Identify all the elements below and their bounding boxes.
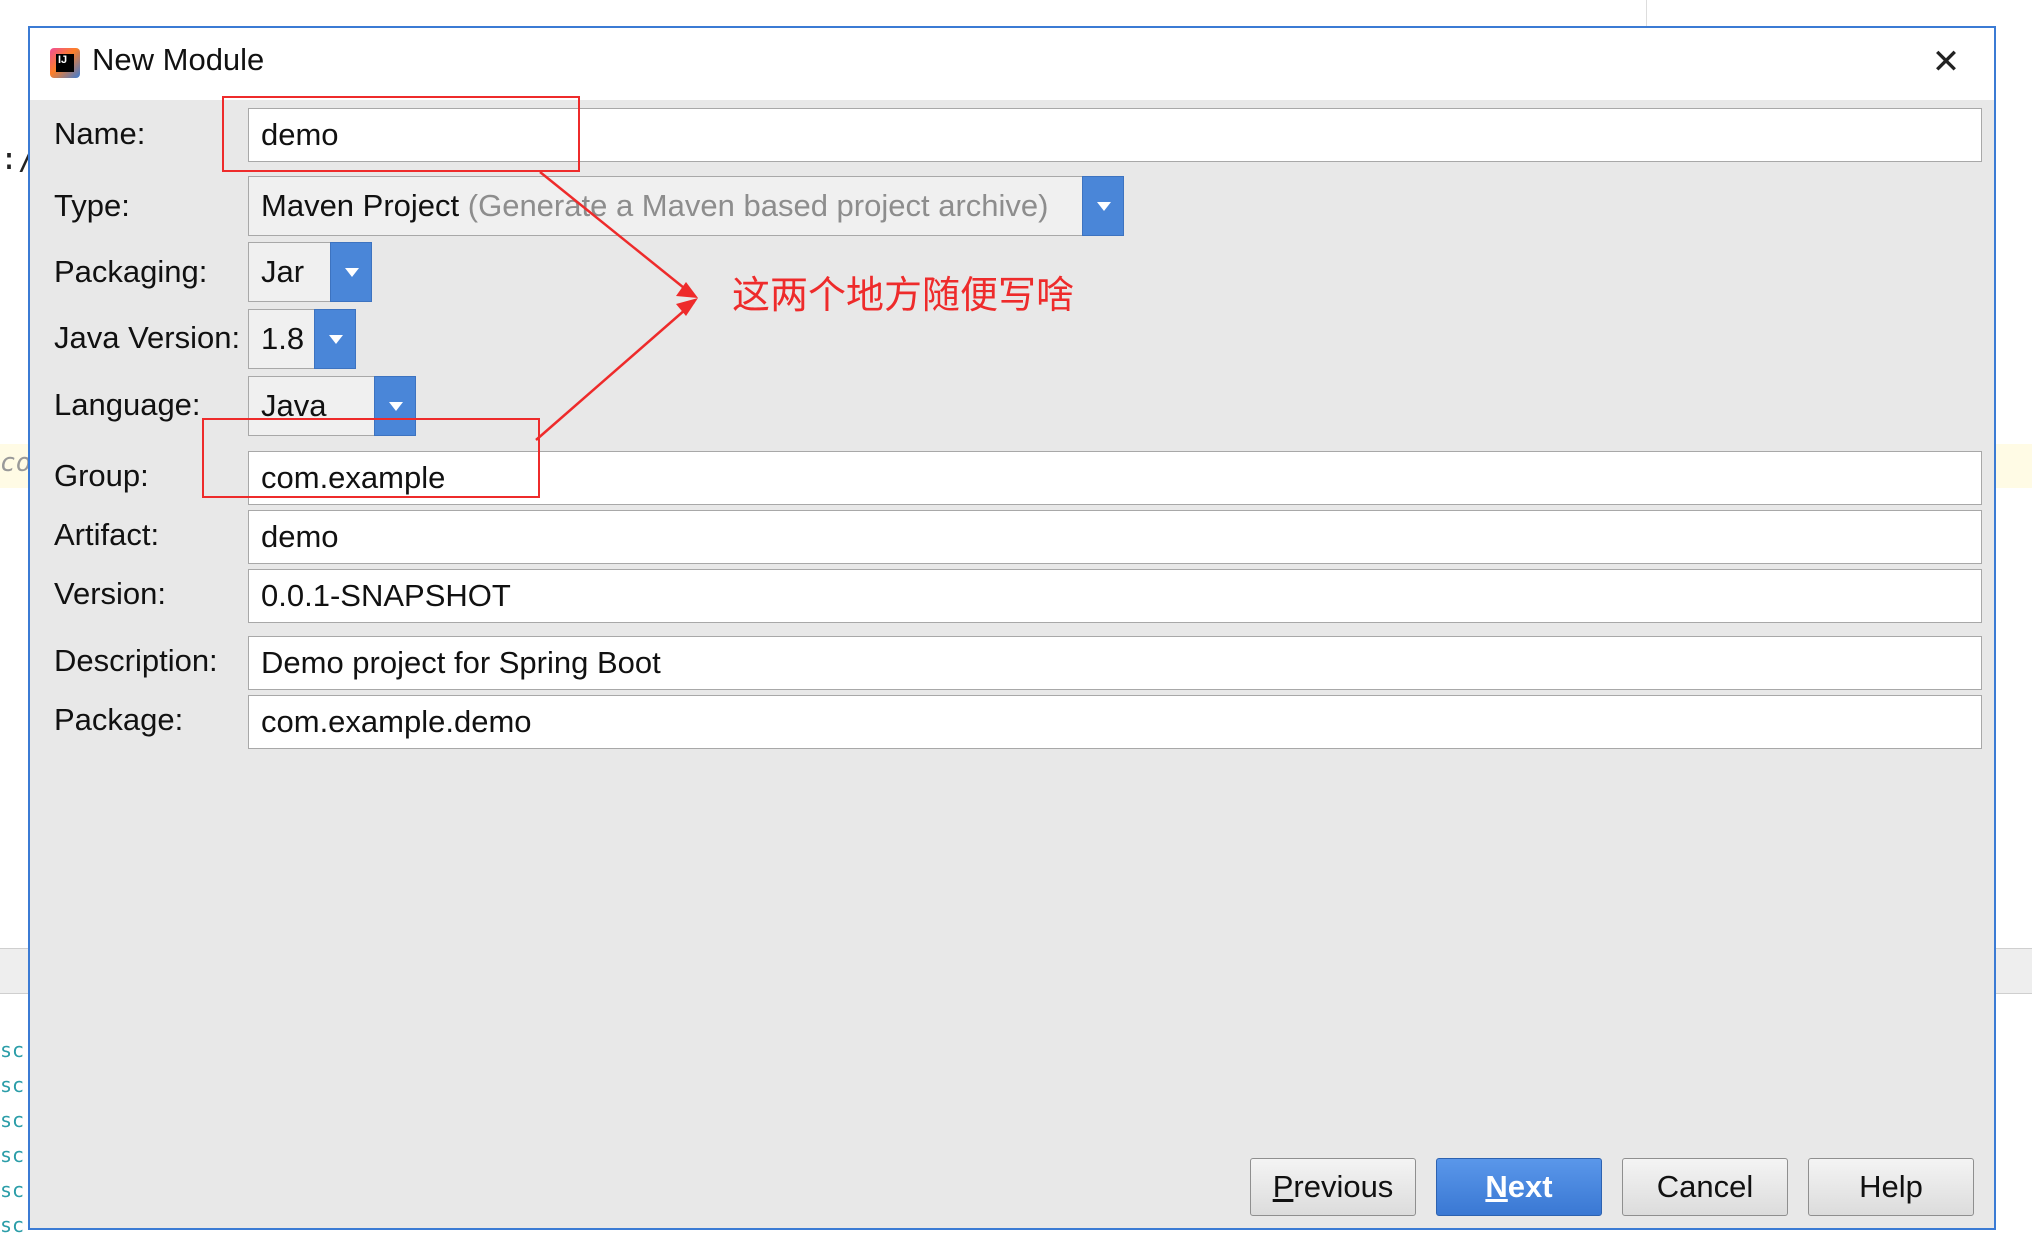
previous-button[interactable]: Previous: [1250, 1158, 1416, 1216]
background-log-line: sc: [0, 1143, 25, 1167]
background-log-line: sc: [0, 1108, 25, 1132]
annotation-text: 这两个地方随便写啥: [732, 273, 1075, 317]
package-label: Package:: [54, 702, 184, 737]
type-label: Type:: [54, 188, 130, 223]
cancel-button[interactable]: Cancel: [1622, 1158, 1788, 1216]
chevron-down-icon[interactable]: [1082, 176, 1124, 236]
version-field[interactable]: 0.0.1-SNAPSHOT: [248, 569, 1982, 623]
background-highlight-right: [1996, 444, 2032, 488]
type-dropdown[interactable]: Maven Project (Generate a Maven based pr…: [248, 176, 1124, 236]
java-version-label: Java Version:: [54, 320, 241, 355]
chevron-down-icon[interactable]: [314, 309, 356, 369]
background-log-line: sc: [0, 1178, 25, 1202]
background-log-line: sc: [0, 1213, 25, 1237]
intellij-idea-icon: IJ: [50, 48, 80, 78]
close-icon[interactable]: ✕: [1926, 42, 1966, 82]
language-label: Language:: [54, 387, 201, 422]
annotation-box-group: [202, 418, 540, 498]
description-label: Description:: [54, 643, 218, 678]
packaging-dropdown[interactable]: Jar: [248, 242, 372, 302]
background-code-fragment-2: co: [0, 448, 32, 478]
next-button[interactable]: Next: [1436, 1158, 1602, 1216]
packaging-value: Jar: [261, 254, 305, 289]
type-value: Maven Project: [261, 188, 460, 223]
artifact-label: Artifact:: [54, 517, 160, 552]
annotation-box-name: [222, 96, 580, 172]
description-field[interactable]: Demo project for Spring Boot: [248, 636, 1982, 690]
dialog-title: New Module: [92, 42, 265, 77]
dialog-titlebar: IJ New Module ✕: [30, 28, 1994, 100]
artifact-field[interactable]: demo: [248, 510, 1982, 564]
type-hint: (Generate a Maven based project archive): [467, 188, 1049, 223]
version-label: Version:: [54, 576, 167, 611]
background-log-line: sc: [0, 1073, 25, 1097]
package-field[interactable]: com.example.demo: [248, 695, 1982, 749]
new-module-dialog: IJ New Module ✕ Name: demo Type: Maven P…: [28, 26, 1996, 1230]
name-label: Name:: [54, 116, 146, 151]
background-log-line: sc: [0, 1038, 25, 1062]
help-button[interactable]: Help: [1808, 1158, 1974, 1216]
group-label: Group:: [54, 458, 149, 493]
packaging-label: Packaging:: [54, 254, 208, 289]
chevron-down-icon[interactable]: [330, 242, 372, 302]
java-version-value: 1.8: [261, 321, 305, 356]
java-version-dropdown[interactable]: 1.8: [248, 309, 356, 369]
